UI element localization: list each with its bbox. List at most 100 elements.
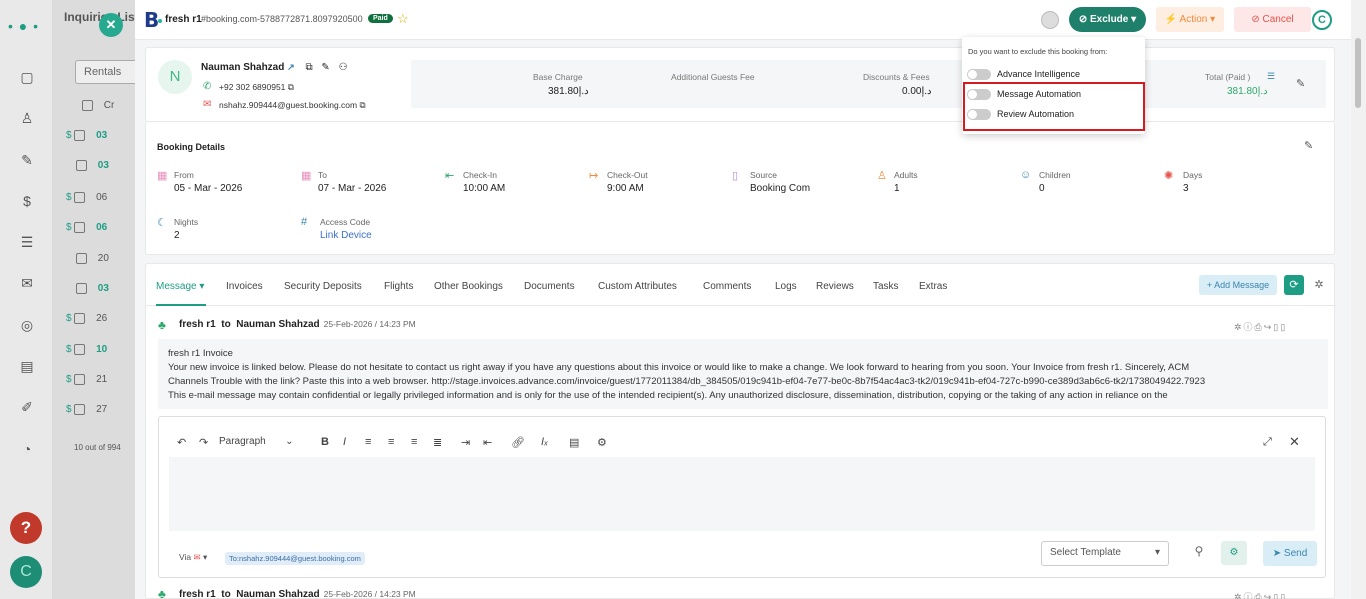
message-actions[interactable]: ✲ⓘ⎙↪▯▯ xyxy=(1234,590,1287,599)
copy-icon[interactable]: ⧉ xyxy=(305,62,312,73)
calendar-icon: ▦ xyxy=(157,170,168,182)
undo-icon[interactable]: ↶ xyxy=(177,436,186,449)
message-body: fresh r1 Invoice Your new invoice is lin… xyxy=(158,339,1328,409)
align-center-icon[interactable]: ≡ xyxy=(388,436,394,448)
align-right-icon[interactable]: ≡ xyxy=(411,436,417,448)
detail-value: 9:00 AM xyxy=(607,183,644,194)
table-row[interactable]: $ 26 xyxy=(66,313,146,343)
tab-comments[interactable]: Comments xyxy=(703,281,751,292)
scrollbar-thumb[interactable] xyxy=(1355,38,1361,108)
select-all-checkbox[interactable] xyxy=(82,100,93,111)
table-row[interactable]: $ 27 xyxy=(66,404,146,434)
template-icon[interactable]: ▤ xyxy=(569,436,579,449)
edit-icon[interactable]: ✎ xyxy=(18,151,36,169)
message-line: fresh r1 Invoice xyxy=(168,348,233,359)
status-indicator[interactable] xyxy=(1041,11,1059,29)
fullscreen-icon[interactable]: ⤢ xyxy=(1263,436,1272,449)
pie-chart-icon[interactable]: ◔ xyxy=(18,440,36,458)
send-button[interactable]: ➤ Send xyxy=(1263,541,1317,566)
clear-format-icon[interactable]: Iₓ xyxy=(541,436,548,448)
ai-icon[interactable]: ⚙ xyxy=(1221,541,1247,565)
link-icon[interactable]: 🔗︎ xyxy=(511,436,525,449)
bold-icon[interactable]: B xyxy=(321,436,329,448)
fee-label: Additional Guests Fee xyxy=(671,72,755,82)
message-textarea[interactable] xyxy=(169,457,1315,531)
tab-extras[interactable]: Extras xyxy=(919,281,947,292)
copy-icon[interactable]: ⧉ xyxy=(360,100,366,110)
star-icon[interactable]: ☆ xyxy=(397,11,409,27)
table-row[interactable]: $ 06 xyxy=(66,192,146,222)
tab-tasks[interactable]: Tasks xyxy=(873,281,899,292)
table-row[interactable]: $ 10 xyxy=(66,344,146,374)
tab-invoices[interactable]: Invoices xyxy=(226,281,263,292)
edit-icon[interactable]: ✎ xyxy=(1304,139,1313,152)
tab-custom-attributes[interactable]: Custom Attributes xyxy=(598,281,677,292)
badge-icon[interactable]: ◎ xyxy=(18,316,36,334)
table-row[interactable]: $ 03 xyxy=(66,130,146,160)
tab-security-deposits[interactable]: Security Deposits xyxy=(284,281,362,292)
user-avatar[interactable]: C xyxy=(1312,10,1332,30)
bolt-icon: ⚡ xyxy=(1164,14,1178,25)
message-actions[interactable]: ✲ⓘ⎙↪▯▯ xyxy=(1234,320,1287,333)
outdent-icon[interactable]: ⇤ xyxy=(483,436,492,449)
copy-icon[interactable]: ⧉ xyxy=(288,82,294,92)
edit-icon[interactable]: ✎ xyxy=(1296,77,1305,90)
guest-phone: +92 302 6890951 ⧉ xyxy=(219,82,294,92)
calendar-icon[interactable]: ▢ xyxy=(18,68,36,86)
guest-name: Nauman Shahzad ↗ ⧉ ✎ ⚇ xyxy=(201,62,348,73)
recipient-chip[interactable]: To:nshahz.909444@guest.booking.com xyxy=(225,552,365,565)
exclude-button[interactable]: ⊘ Exclude ▾ xyxy=(1069,7,1146,32)
collapse-icon[interactable]: ✲ xyxy=(1309,275,1329,295)
link-device-link[interactable]: Link Device xyxy=(320,230,372,241)
list-icon[interactable]: ☰ xyxy=(18,233,36,251)
group-icon[interactable]: ⚇ xyxy=(339,62,348,73)
justify-icon[interactable]: ≣ xyxy=(433,436,442,449)
help-button[interactable]: ? xyxy=(10,512,42,544)
chat-widget-button[interactable]: C xyxy=(10,556,42,588)
booking-name: fresh r1 xyxy=(165,14,202,25)
chat-icon[interactable]: ✉ xyxy=(18,274,36,292)
action-button[interactable]: ⚡ Action ▾ xyxy=(1156,7,1224,32)
message-header: fresh r1 to Nauman Shahzad 25-Feb-2026 / … xyxy=(179,589,416,599)
table-row[interactable]: 20 xyxy=(66,253,146,283)
select-template-dropdown[interactable]: Select Template ▾ xyxy=(1041,541,1169,566)
edit-icon[interactable]: ✎ xyxy=(321,62,329,73)
receipt-icon[interactable]: ☰ xyxy=(1267,71,1275,82)
close-icon[interactable]: ✕ xyxy=(1289,434,1300,450)
tab-documents[interactable]: Documents xyxy=(524,281,575,292)
indent-icon[interactable]: ⇥ xyxy=(461,436,470,449)
gear-icon[interactable]: ⚙ xyxy=(597,436,607,449)
active-tab-underline xyxy=(156,304,206,306)
link-icon[interactable]: ↗ xyxy=(287,62,295,72)
paragraph-select[interactable]: Paragraph ⌄ xyxy=(219,436,294,447)
table-row[interactable]: 03 xyxy=(66,283,146,313)
tab-other-bookings[interactable]: Other Bookings xyxy=(434,281,503,292)
table-row[interactable]: 03 xyxy=(66,160,146,190)
tabs-panel: Message ▾ Invoices Security Deposits Fli… xyxy=(145,263,1336,599)
paperclip-icon[interactable]: ⚲ xyxy=(1189,544,1209,564)
users-icon[interactable]: ♙ xyxy=(18,109,36,127)
building-icon[interactable]: ▤ xyxy=(18,357,36,375)
exclude-option-advance-intelligence[interactable]: Advance Intelligence xyxy=(967,69,1080,81)
email-icon[interactable]: ✉ xyxy=(194,552,201,562)
close-drawer-button[interactable]: ✕ xyxy=(99,13,123,37)
via-label: Via ✉ ▾ xyxy=(179,552,208,562)
note-icon[interactable]: ✐ xyxy=(18,398,36,416)
tab-flights[interactable]: Flights xyxy=(384,281,413,292)
tab-reviews[interactable]: Reviews xyxy=(816,281,854,292)
toggle-switch[interactable] xyxy=(967,69,991,81)
align-left-icon[interactable]: ≡ xyxy=(365,436,371,448)
cancel-button[interactable]: ⊘ Cancel xyxy=(1234,7,1311,32)
redo-icon[interactable]: ↷ xyxy=(199,436,208,449)
guest-email: nshahz.909444@guest.booking.com ⧉ xyxy=(219,100,366,110)
add-message-button[interactable]: + Add Message xyxy=(1199,275,1277,295)
table-row[interactable]: $ 21 xyxy=(66,374,146,404)
table-row[interactable]: $ 06 xyxy=(66,222,146,252)
detail-value: 0 xyxy=(1039,183,1045,194)
fee-label: Base Charge xyxy=(533,72,583,82)
tab-logs[interactable]: Logs xyxy=(775,281,797,292)
refresh-icon[interactable]: ⟳ xyxy=(1284,275,1304,295)
tab-message[interactable]: Message ▾ xyxy=(156,281,204,292)
italic-icon[interactable]: I xyxy=(343,436,346,448)
dollar-icon[interactable]: $ xyxy=(18,192,36,210)
